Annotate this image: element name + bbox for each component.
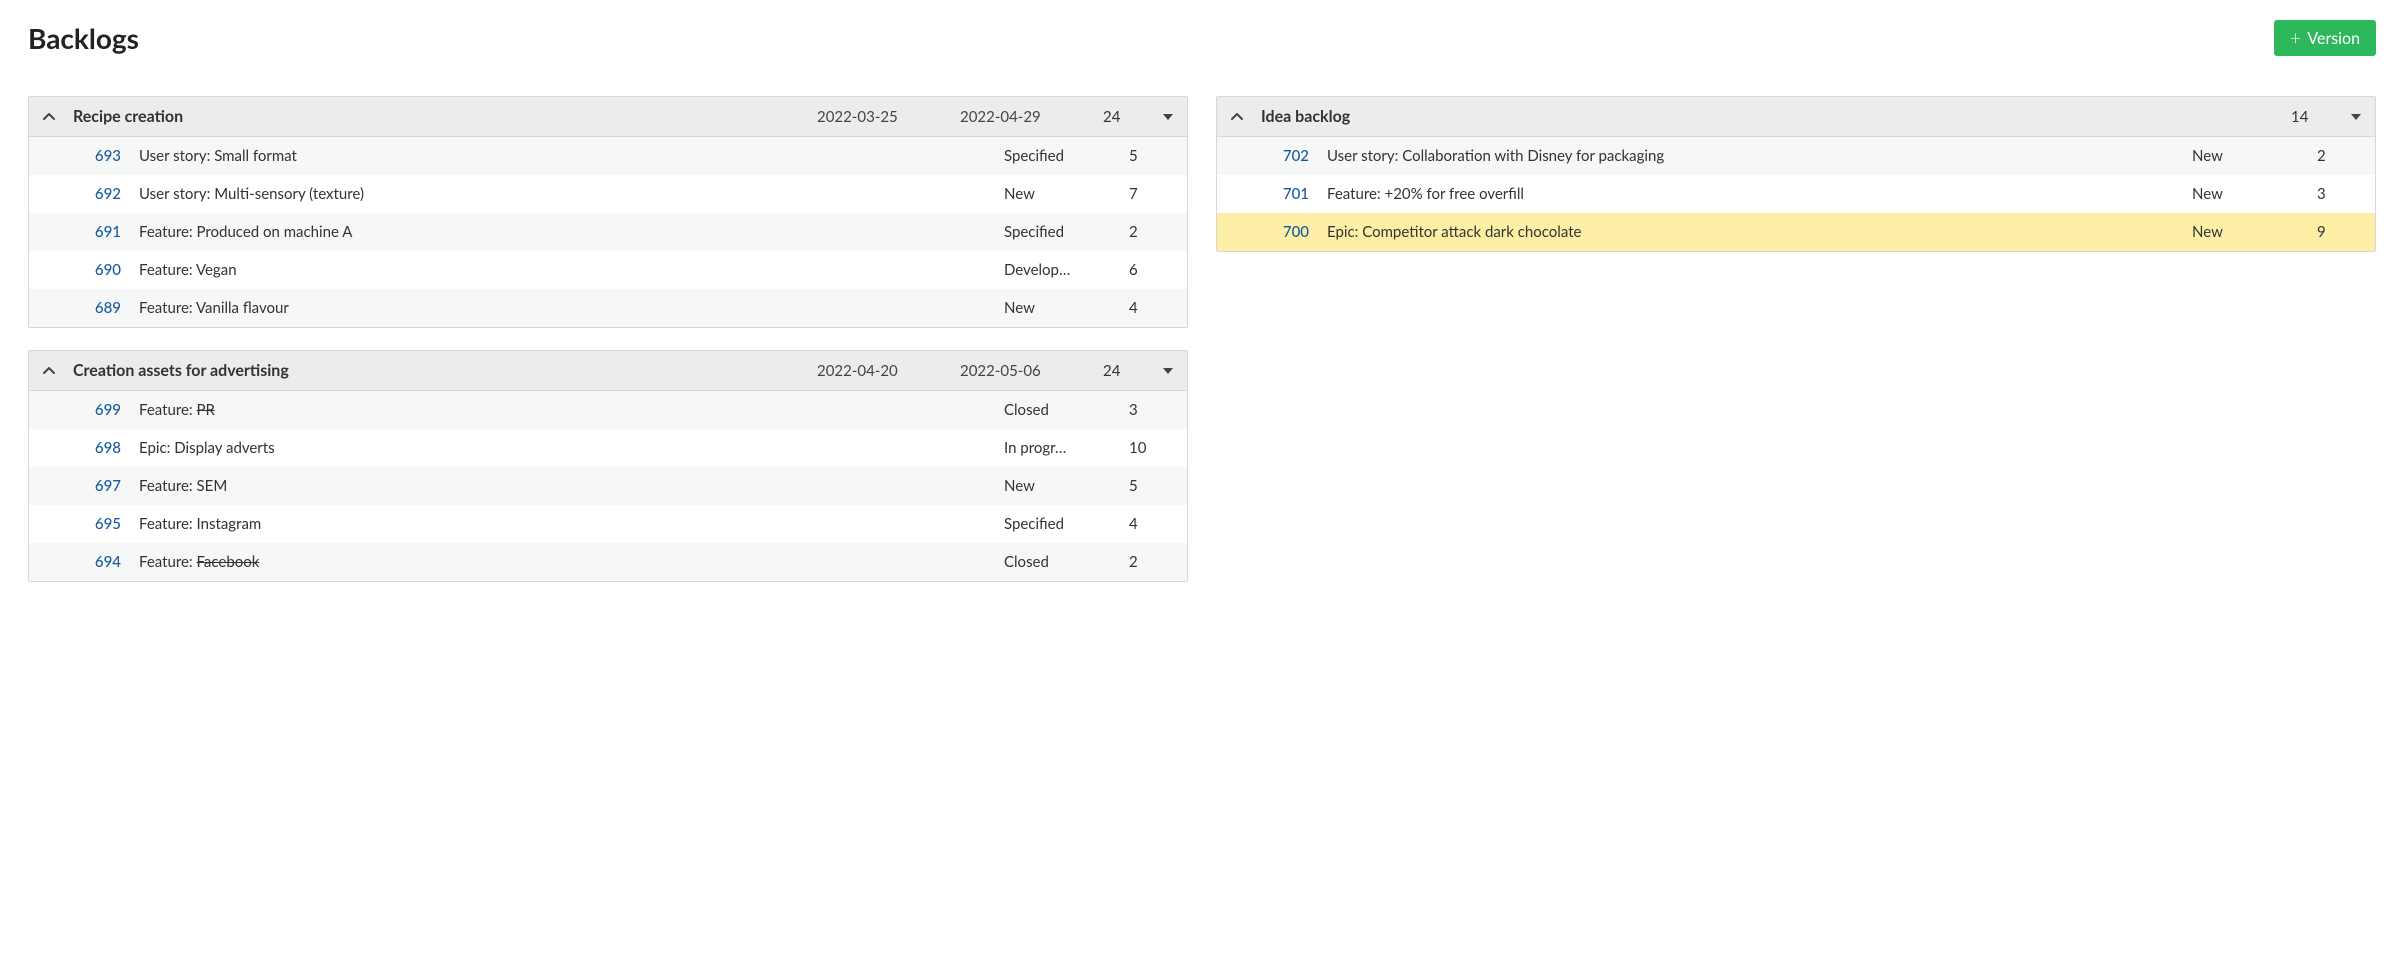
ticket-title: Feature: Facebook: [139, 553, 1001, 571]
backlog-row[interactable]: 699 Feature: PRClosed 3: [29, 391, 1187, 429]
ticket-points: 4: [1129, 299, 1167, 317]
add-version-label: Version: [2307, 29, 2360, 48]
ticket-title: User story: Collaboration with Disney fo…: [1327, 147, 2189, 165]
ticket-points: 6: [1129, 261, 1167, 279]
ticket-id-link[interactable]: 702: [1261, 147, 1309, 165]
ticket-id-link[interactable]: 695: [73, 515, 121, 533]
add-version-button[interactable]: + Version: [2274, 20, 2376, 56]
backlog: Recipe creation2022-03-252022-04-2924693…: [28, 96, 1188, 328]
ticket-id-link[interactable]: 700: [1261, 223, 1309, 241]
ticket-status: New: [1004, 477, 1096, 495]
ticket-status: Closed: [1004, 553, 1096, 571]
ticket-id-link[interactable]: 689: [73, 299, 121, 317]
caret-down-icon[interactable]: [2351, 112, 2361, 122]
plus-icon: +: [2290, 28, 2302, 48]
ticket-id-link[interactable]: 691: [73, 223, 121, 241]
ticket-title: Feature: Produced on machine A: [139, 223, 1001, 241]
ticket-status: In progr…: [1004, 439, 1096, 457]
ticket-title: User story: Multi-sensory (texture): [139, 185, 1001, 203]
ticket-points: 9: [2317, 223, 2355, 241]
ticket-points: 3: [1129, 401, 1167, 419]
backlog-body: 702 User story: Collaboration with Disney…: [1217, 137, 2375, 251]
backlog-header[interactable]: Creation assets for advertising 2022-04-2…: [29, 351, 1187, 391]
ticket-title: Feature: Instagram: [139, 515, 1001, 533]
backlog-row[interactable]: 697 Feature: SEMNew 5: [29, 467, 1187, 505]
backlog-row[interactable]: 689 Feature: Vanilla flavourNew 4: [29, 289, 1187, 327]
page-title: Backlogs: [28, 21, 139, 55]
ticket-status: New: [1004, 299, 1096, 317]
backlog-row[interactable]: 692 User story: Multi-sensory (texture)Ne…: [29, 175, 1187, 213]
backlog-row[interactable]: 698 Epic: Display advertsIn progr… 10: [29, 429, 1187, 467]
ticket-id-link[interactable]: 692: [73, 185, 121, 203]
backlog-row[interactable]: 701 Feature: +20% for free overfillNew 3: [1217, 175, 2375, 213]
backlog-date-end: 2022-05-06: [960, 362, 1070, 380]
ticket-status: Closed: [1004, 401, 1096, 419]
ticket-status: New: [2192, 185, 2284, 203]
ticket-title: Feature: PR: [139, 401, 1001, 419]
ticket-title: Epic: Competitor attack dark chocolate: [1327, 223, 2189, 241]
backlog-count: 14: [2291, 108, 2327, 126]
caret-down-icon[interactable]: [1163, 366, 1173, 376]
backlog: Creation assets for advertising 2022-04-2…: [28, 350, 1188, 582]
backlog-date-start: 2022-03-25: [817, 108, 927, 126]
ticket-id-link[interactable]: 701: [1261, 185, 1309, 203]
ticket-title: Epic: Display adverts: [139, 439, 1001, 457]
backlog-date-end: 2022-04-29: [960, 108, 1070, 126]
backlog-name: Recipe creation: [73, 107, 799, 126]
backlog-row[interactable]: 700 Epic: Competitor attack dark chocolat…: [1217, 213, 2375, 251]
ticket-id-link[interactable]: 690: [73, 261, 121, 279]
ticket-points: 4: [1129, 515, 1167, 533]
backlog-name: Idea backlog: [1261, 107, 2273, 126]
ticket-id-link[interactable]: 698: [73, 439, 121, 457]
backlog-row[interactable]: 695 Feature: InstagramSpecified 4: [29, 505, 1187, 543]
chevron-up-icon[interactable]: [1231, 111, 1243, 123]
ticket-id-link[interactable]: 694: [73, 553, 121, 571]
backlog-count: 24: [1103, 108, 1139, 126]
ticket-points: 5: [1129, 147, 1167, 165]
ticket-points: 7: [1129, 185, 1167, 203]
ticket-status: Develop…: [1004, 261, 1096, 279]
backlog-row[interactable]: 693 User story: Small formatSpecified 5: [29, 137, 1187, 175]
backlog-count: 24: [1103, 362, 1139, 380]
ticket-points: 3: [2317, 185, 2355, 203]
backlog-body: 699Feature: PRClosed3698Epic: Display ad…: [29, 391, 1187, 581]
ticket-title: Feature: Vanilla flavour: [139, 299, 1001, 317]
ticket-points: 2: [2317, 147, 2355, 165]
chevron-up-icon[interactable]: [43, 365, 55, 377]
ticket-status: Specified: [1004, 515, 1096, 533]
backlog-header[interactable]: Idea backlog 14: [1217, 97, 2375, 137]
backlog-header[interactable]: Recipe creation 2022-03-25 2022-04-29 24: [29, 97, 1187, 137]
ticket-status: New: [2192, 223, 2284, 241]
ticket-title: Feature: Vegan: [139, 261, 1001, 279]
ticket-points: 10: [1129, 439, 1167, 457]
ticket-status: Specified: [1004, 223, 1096, 241]
ticket-points: 2: [1129, 553, 1167, 571]
ticket-status: Specified: [1004, 147, 1096, 165]
backlog-row[interactable]: 690 Feature: VeganDevelop… 6: [29, 251, 1187, 289]
backlog-row[interactable]: 702 User story: Collaboration with Disney…: [1217, 137, 2375, 175]
ticket-status: New: [2192, 147, 2284, 165]
ticket-points: 5: [1129, 477, 1167, 495]
ticket-title: User story: Small format: [139, 147, 1001, 165]
ticket-points: 2: [1129, 223, 1167, 241]
backlog-name: Creation assets for advertising: [73, 361, 799, 380]
ticket-id-link[interactable]: 693: [73, 147, 121, 165]
backlog-date-start: 2022-04-20: [817, 362, 927, 380]
ticket-id-link[interactable]: 699: [73, 401, 121, 419]
backlog-row[interactable]: 694 Feature: FacebookClosed 2: [29, 543, 1187, 581]
chevron-up-icon[interactable]: [43, 111, 55, 123]
ticket-title: Feature: +20% for free overfill: [1327, 185, 2189, 203]
ticket-id-link[interactable]: 697: [73, 477, 121, 495]
backlog-body: 693User story: Small formatSpecified5692…: [29, 137, 1187, 327]
ticket-status: New: [1004, 185, 1096, 203]
backlog: Idea backlog 14 702 User story: Collaborati…: [1216, 96, 2376, 252]
backlog-row[interactable]: 691 Feature: Produced on machine ASpecifi…: [29, 213, 1187, 251]
caret-down-icon[interactable]: [1163, 112, 1173, 122]
ticket-title: Feature: SEM: [139, 477, 1001, 495]
